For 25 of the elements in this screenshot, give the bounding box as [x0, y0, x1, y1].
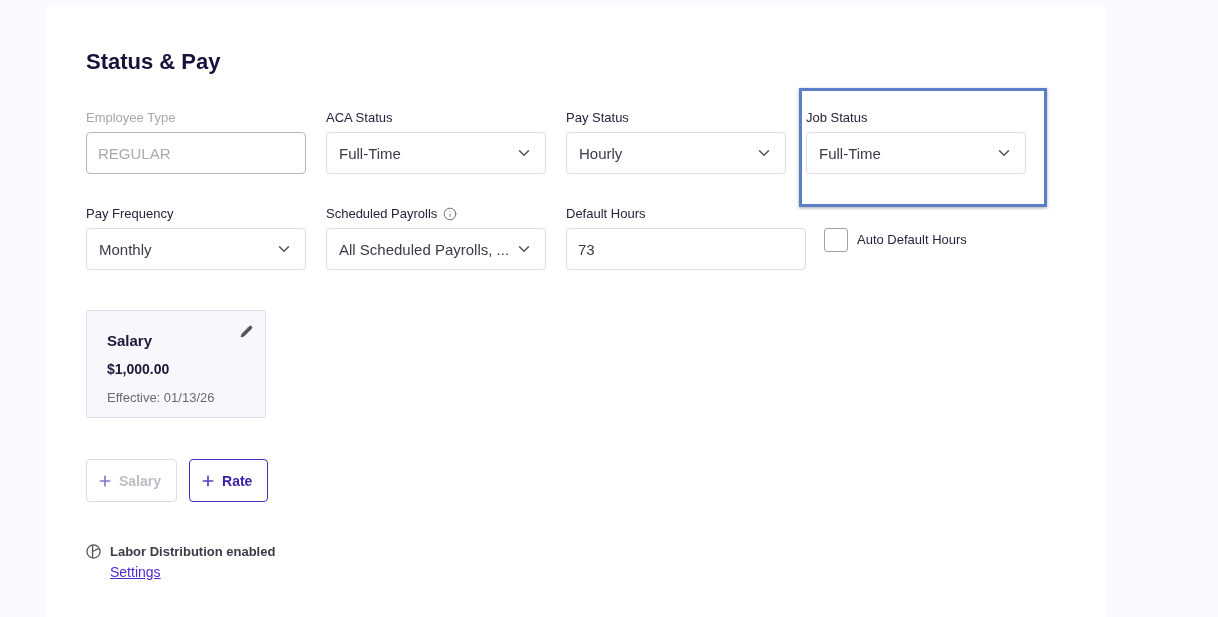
field-label: Default Hours: [566, 206, 646, 222]
field-label: Employee Type: [86, 110, 176, 126]
amount-text: $1,000.00: [107, 360, 170, 379]
select-field[interactable]: All Scheduled Payrolls, ...: [326, 228, 546, 270]
field-label: Pay Status: [566, 110, 629, 126]
field-label: ACA Status: [326, 110, 393, 126]
info-icon[interactable]: [443, 207, 458, 221]
select-field[interactable]: Full-Time: [326, 132, 546, 174]
checkbox[interactable]: [824, 228, 848, 252]
field-label: Scheduled Payrolls: [326, 206, 438, 222]
pie-chart-icon: [86, 544, 101, 559]
field-label: Job Status: [806, 110, 868, 126]
text-field[interactable]: 73: [566, 228, 806, 270]
field-label: Pay Frequency: [86, 206, 174, 222]
select-field[interactable]: Full-Time: [806, 132, 1026, 174]
section-title: Status & Pay: [86, 48, 221, 76]
select-field[interactable]: Monthly: [86, 228, 306, 270]
status-text: Labor Distribution enabled: [110, 543, 276, 560]
card-title: Salary: [107, 331, 153, 351]
pencil-icon[interactable]: [240, 325, 253, 338]
effective-date: Effective: 01/13/26: [107, 389, 215, 407]
add-button[interactable]: Rate: [189, 459, 269, 502]
settings-link[interactable]: Settings: [110, 564, 161, 581]
select-field[interactable]: Hourly: [566, 132, 786, 174]
checkbox-label: Auto Default Hours: [857, 232, 967, 248]
